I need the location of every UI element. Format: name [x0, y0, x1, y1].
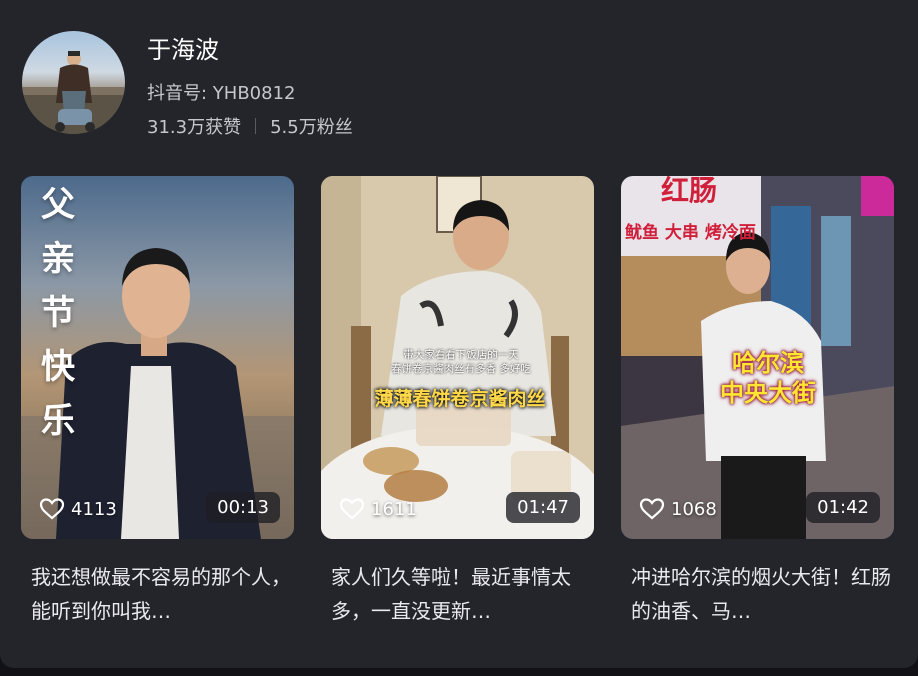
video-card-2[interactable]: 带大家看看下饭店的一天 春饼卷京酱肉丝有多香 多好吃 薄薄春饼卷京酱肉丝 161…	[321, 176, 594, 539]
heart-outline-icon	[639, 498, 665, 520]
video-caption-2[interactable]: 家人们久等啦！最近事情太多，一直没更新…	[331, 560, 593, 628]
title-char: 父	[41, 185, 75, 225]
title-char: 快	[41, 347, 75, 387]
sign-subtext: 鱿鱼 大串 烤冷面	[625, 222, 756, 243]
title-char: 乐	[41, 401, 75, 441]
video-overlay-title: 薄薄春饼卷京酱肉丝	[374, 388, 546, 410]
avatar[interactable]	[22, 31, 125, 134]
video-overlay-subtext: 带大家看看下饭店的一天 春饼卷京酱肉丝有多香 多好吃	[361, 348, 561, 376]
profile-panel: 于海波 抖音号: YHB0812 31.3万获赞 5.5万粉丝 父 亲 节 快 …	[0, 0, 918, 668]
video-card-3[interactable]: 红肠 鱿鱼 大串 烤冷面 哈尔滨 中央大街 1068 01:42	[621, 176, 894, 539]
overlay-line: 春饼卷京酱肉丝有多香 多好吃	[391, 363, 531, 375]
heart-outline-icon	[39, 498, 65, 520]
like-count: 1611	[371, 498, 417, 520]
overlay-line: 哈尔滨	[732, 349, 804, 377]
video-duration: 00:13	[206, 492, 280, 523]
video-likes: 1068	[639, 497, 717, 521]
likes-count: 31.3万获赞	[147, 117, 242, 138]
douyin-id: 抖音号: YHB0812	[147, 83, 296, 104]
heart-outline-icon	[339, 498, 365, 520]
video-duration: 01:47	[506, 492, 580, 523]
video-overlay-title: 哈尔滨 中央大街	[693, 348, 843, 408]
sign-text: 红肠	[661, 176, 717, 207]
video-caption-1[interactable]: 我还想做最不容易的那个人，能听到你叫我…	[31, 560, 293, 628]
stats-divider	[255, 118, 257, 134]
video-card-1[interactable]: 父 亲 节 快 乐 4113 00:13	[21, 176, 294, 539]
video-likes: 4113	[39, 497, 117, 521]
followers-count: 5.5万粉丝	[270, 117, 353, 138]
video-caption-3[interactable]: 冲进哈尔滨的烟火大街！红肠的油香、马…	[631, 560, 893, 628]
profile-stats: 31.3万获赞 5.5万粉丝	[147, 113, 353, 139]
like-count: 4113	[71, 498, 117, 520]
profile-name: 于海波	[147, 36, 219, 64]
like-count: 1068	[671, 498, 717, 520]
title-char: 节	[41, 293, 75, 333]
overlay-line: 带大家看看下饭店的一天	[403, 349, 519, 361]
video-title-vertical: 父 亲 节 快 乐	[33, 178, 83, 448]
title-char: 亲	[41, 239, 75, 279]
video-likes: 1611	[339, 497, 417, 521]
overlay-line: 中央大街	[720, 379, 816, 407]
video-duration: 01:42	[806, 492, 880, 523]
